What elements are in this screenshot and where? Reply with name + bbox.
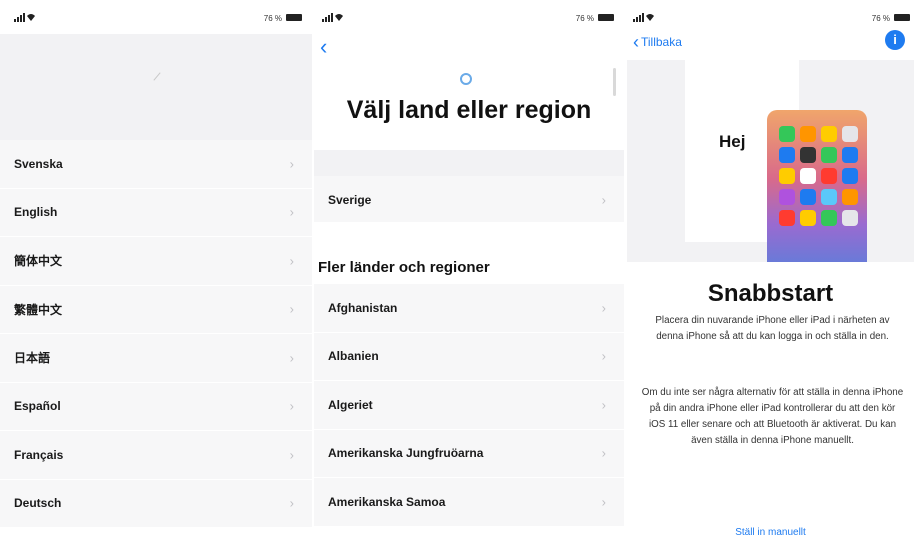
chevron-left-icon: ‹ xyxy=(633,32,639,52)
language-row-label: English xyxy=(14,205,58,220)
app-icon xyxy=(842,210,858,226)
chevron-right-icon: › xyxy=(601,192,606,208)
status-bar: 76 % xyxy=(627,0,914,34)
section-heading: Fler länder och regioner xyxy=(318,259,490,276)
country-row[interactable]: Amerikanska Jungfruöarna › xyxy=(314,429,624,478)
setup-manually-link[interactable]: Ställ in manuellt xyxy=(627,527,914,538)
chevron-right-icon: › xyxy=(289,301,294,317)
language-row[interactable]: 繁體中文 › xyxy=(0,285,312,334)
app-icon xyxy=(821,126,837,142)
language-row[interactable]: English › xyxy=(0,188,312,237)
language-row[interactable]: Español › xyxy=(0,382,312,431)
battery-percentage: 76 % xyxy=(871,14,890,23)
back-label: Tillbaka xyxy=(641,35,682,49)
country-row[interactable]: Algeriet › xyxy=(314,381,624,430)
country-row-label: Amerikanska Jungfruöarna xyxy=(328,446,484,461)
country-list: Afghanistan › Albanien › Algeriet › Amerikansk… xyxy=(314,284,624,527)
globe-icon xyxy=(460,73,472,85)
country-row-label: Algeriet xyxy=(328,397,373,412)
status-bar: 76 % xyxy=(0,0,312,34)
language-row[interactable]: Deutsch › xyxy=(0,479,312,528)
app-icon xyxy=(800,168,816,184)
country-screen: 76 % ‹ Välj land eller region Sverige › … xyxy=(314,0,624,540)
app-icon xyxy=(821,189,837,205)
language-row-label: 簡体中文 xyxy=(14,254,63,269)
language-row-label: Deutsch xyxy=(14,496,62,511)
battery-icon xyxy=(286,14,302,21)
language-row[interactable]: Svenska › xyxy=(0,140,312,189)
battery-percentage: 76 % xyxy=(575,14,594,23)
chevron-right-icon: › xyxy=(601,348,606,364)
page-title: Välj land eller region xyxy=(346,96,592,124)
country-row-selected[interactable]: Sverige › xyxy=(314,176,624,225)
language-row-label: Svenska xyxy=(14,156,63,171)
language-row-label: 繁體中文 xyxy=(14,302,63,317)
app-icon xyxy=(779,126,795,142)
accessibility-icon[interactable]: i xyxy=(885,30,905,50)
app-icon xyxy=(779,147,795,163)
instruction-text: Placera din nuvarande iPhone eller iPad … xyxy=(655,315,890,342)
app-icon xyxy=(842,189,858,205)
language-screen: 76 % Svenska › English › 簡体中文 › 繁體中文 › 日本語 › Españ… xyxy=(0,0,312,540)
app-icon xyxy=(821,210,837,226)
app-icon xyxy=(800,126,816,142)
chevron-right-icon: › xyxy=(601,397,606,413)
language-row[interactable]: 日本語 › xyxy=(0,334,312,383)
quickstart-screen: 76 % ‹ Tillbaka i Hej Snabbstart Placera… xyxy=(627,0,914,540)
chevron-right-icon: › xyxy=(289,398,294,414)
chevron-right-icon: › xyxy=(601,445,606,461)
signal-wifi-icon xyxy=(14,13,35,22)
country-label: Sverige xyxy=(328,192,372,207)
language-row-label: Français xyxy=(14,447,64,462)
battery-icon xyxy=(598,14,614,21)
selected-country-section: Sverige › xyxy=(314,176,624,225)
language-row[interactable]: Français › xyxy=(0,431,312,480)
app-icon xyxy=(821,147,837,163)
battery-percentage: 76 % xyxy=(263,14,282,23)
app-icon xyxy=(779,210,795,226)
country-row[interactable]: Afghanistan › xyxy=(314,284,624,333)
app-icon xyxy=(800,210,816,226)
app-icon xyxy=(779,189,795,205)
country-row-label: Albanien xyxy=(328,349,379,364)
hero-area xyxy=(0,34,312,140)
app-icon-grid xyxy=(779,126,858,226)
quickstart-illustration: Hej xyxy=(627,60,914,262)
chevron-right-icon: › xyxy=(289,156,294,172)
status-bar: 76 % xyxy=(314,0,624,34)
hello-text: Hej xyxy=(719,132,746,151)
back-button[interactable]: ‹ Tillbaka xyxy=(633,33,682,51)
country-row[interactable]: Albanien › xyxy=(314,332,624,381)
country-row-label: Amerikanska Samoa xyxy=(328,494,446,509)
chevron-right-icon: › xyxy=(289,495,294,511)
app-icon xyxy=(779,168,795,184)
chevron-right-icon: › xyxy=(289,350,294,366)
app-icon xyxy=(800,147,816,163)
app-icon xyxy=(800,189,816,205)
battery-icon xyxy=(894,14,910,21)
signal-wifi-icon xyxy=(322,13,343,22)
scroll-indicator[interactable] xyxy=(613,68,616,96)
app-icon xyxy=(842,168,858,184)
app-icon xyxy=(821,168,837,184)
language-list: Svenska › English › 簡体中文 › 繁體中文 › 日本語 › Español › Fr… xyxy=(0,140,312,528)
more-countries-header: Fler länder och regioner xyxy=(314,222,624,284)
language-row-label: 日本語 xyxy=(14,351,51,366)
chevron-right-icon: › xyxy=(601,300,606,316)
signal-wifi-icon xyxy=(633,13,654,22)
chevron-right-icon: › xyxy=(601,494,606,510)
app-icon xyxy=(842,147,858,163)
page-title: Snabbstart xyxy=(707,280,834,307)
language-row[interactable]: 簡体中文 › xyxy=(0,237,312,286)
section-gap xyxy=(314,150,624,176)
country-row-label: Afghanistan xyxy=(328,300,398,315)
chevron-right-icon: › xyxy=(289,447,294,463)
country-row[interactable]: Amerikanska Samoa › xyxy=(314,478,624,527)
back-chevron-icon[interactable]: ‹ xyxy=(320,36,327,58)
chevron-right-icon: › xyxy=(289,204,294,220)
language-row-label: Español xyxy=(14,399,61,414)
app-icon xyxy=(842,126,858,142)
chevron-right-icon: › xyxy=(289,253,294,269)
help-text: Om du inte ser några alternativ för att … xyxy=(641,387,904,446)
